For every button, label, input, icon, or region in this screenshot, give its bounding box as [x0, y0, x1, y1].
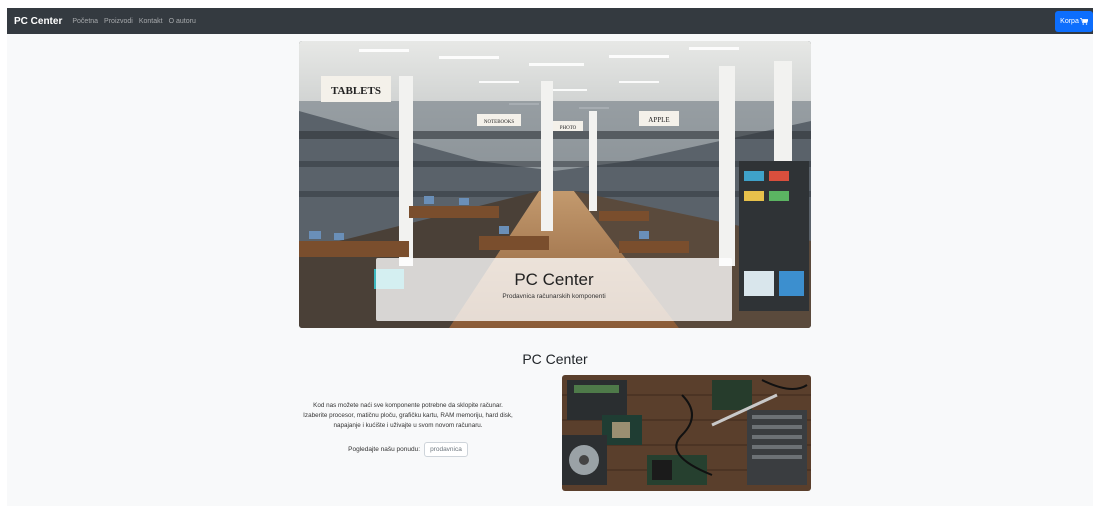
shop-button[interactable]: prodavnica: [424, 442, 468, 457]
cart-button-label: Korpa: [1060, 18, 1079, 25]
page: PC Center Početna Proizvodi Kontakt O au…: [7, 8, 1093, 506]
section-title: PC Center: [522, 351, 588, 367]
navbar: PC Center Početna Proizvodi Kontakt O au…: [7, 8, 1093, 34]
hero-carousel: TABLETS NOTEBOOKS PHOTO APPLE PC Center …: [299, 41, 811, 328]
offer-label: Pogledajte našu ponudu:: [348, 446, 421, 453]
sign-tablets: TABLETS: [331, 85, 381, 97]
hero-title: PC Center: [514, 270, 594, 289]
sign-apple: APPLE: [648, 116, 669, 124]
nav-link-contact[interactable]: Kontakt: [139, 18, 163, 25]
intro-line-2: Izaberite procesor, matičnu ploču, grafi…: [303, 412, 513, 419]
cart-button[interactable]: Korpa: [1055, 11, 1093, 32]
nav-link-products[interactable]: Proizvodi: [104, 18, 133, 25]
nav-link-about[interactable]: O autoru: [169, 18, 196, 25]
hero-caption: PC Center Prodavnica računarskih kompone…: [376, 258, 732, 321]
hero-subtitle: Prodavnica računarskih komponenti: [502, 293, 606, 300]
intro-text: Kod nas možete naći sve komponente potre…: [288, 401, 528, 431]
sign-notebooks: NOTEBOOKS: [484, 120, 514, 125]
intro-line-3: napajanje i kućište i uživajte u svom no…: [333, 422, 483, 429]
sign-photo: PHOTO: [560, 126, 577, 131]
intro-line-1: Kod nas možete naći sve komponente potre…: [313, 402, 503, 409]
nav-links: Početna Proizvodi Kontakt O autoru: [72, 18, 195, 25]
offer-row: Pogledajte našu ponudu: prodavnica: [288, 442, 528, 457]
cart-icon: [1079, 18, 1088, 25]
navbar-brand[interactable]: PC Center: [14, 16, 62, 27]
nav-link-home[interactable]: Početna: [72, 18, 98, 25]
components-illustration: [562, 375, 811, 491]
components-photo: [562, 375, 811, 491]
